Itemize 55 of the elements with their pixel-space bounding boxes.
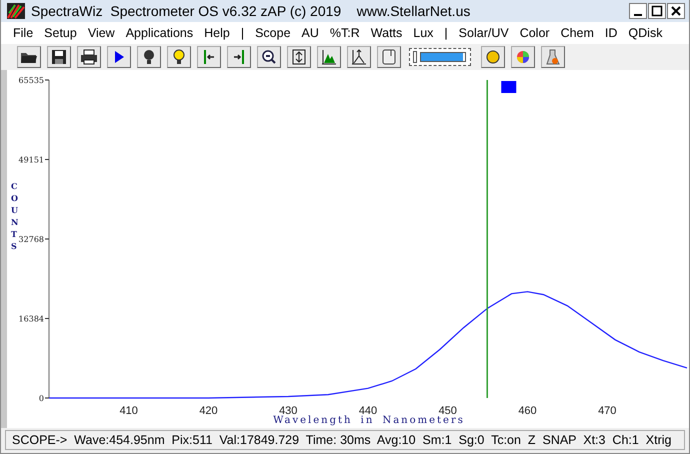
cursor-line[interactable] <box>486 80 488 398</box>
menu-item[interactable]: View <box>88 26 115 40</box>
x-tick-label: 470 <box>598 405 616 414</box>
y-tick-label: 16384 <box>18 314 44 324</box>
menu-item[interactable]: | <box>444 26 448 40</box>
meter-knob-icon <box>413 51 417 63</box>
x-tick-label: 440 <box>358 405 378 414</box>
toolbar-button[interactable] <box>481 46 505 68</box>
toolbar-button[interactable] <box>287 46 311 68</box>
menu-item[interactable]: AU <box>302 26 319 40</box>
menu-item[interactable]: | <box>240 26 244 40</box>
marker-icon <box>501 81 516 93</box>
y-tick-label: 32768 <box>18 235 44 244</box>
menu-item[interactable]: Setup <box>44 26 77 40</box>
toolbar-button[interactable] <box>167 46 191 68</box>
menu-item[interactable]: Scope <box>255 26 291 40</box>
toolbar-button[interactable] <box>47 46 71 68</box>
status-bar: SCOPE-> Wave:454.95nm Pix:511 Val:17849.729 Time: 30ms Avg:10 Sm:1 Sg:0 Tc:on Z SNAP Xt:3 Ch:1 Xtrig <box>5 430 685 450</box>
menu-item[interactable]: Lux <box>413 26 434 40</box>
x-tick-label: 420 <box>199 405 218 414</box>
toolbar-button[interactable] <box>197 46 221 68</box>
menu-item[interactable]: ID <box>604 26 618 40</box>
maximize-icon[interactable] <box>648 3 666 19</box>
y-axis-title: COUNTS <box>11 180 19 252</box>
toolbar-button[interactable] <box>377 46 401 68</box>
menu-item[interactable]: Help <box>204 26 230 40</box>
toolbar-button[interactable] <box>137 46 161 68</box>
toolbar-button[interactable] <box>17 46 41 68</box>
x-axis-title: Wavelength in Nanometers <box>273 414 465 428</box>
x-tick-label: 430 <box>279 405 298 414</box>
toolbar-button[interactable] <box>227 46 251 68</box>
menu-item[interactable]: %T:R <box>330 26 360 40</box>
toolbar-button[interactable] <box>347 46 371 68</box>
window-title: SpectraWiz Spectrometer OS v6.32 zAP (c) 2019 www.StellarNet.us <box>31 3 470 19</box>
toolbar-button[interactable] <box>317 46 341 68</box>
menu-item[interactable]: Color <box>520 26 550 40</box>
y-tick-label: 0 <box>38 394 44 403</box>
menu-item[interactable]: File <box>13 26 34 40</box>
minimize-icon[interactable] <box>629 3 647 19</box>
printer-icon <box>78 47 100 67</box>
x-tick-label: 450 <box>438 405 457 414</box>
spectrum-icon <box>7 3 25 19</box>
x-tick-label: 460 <box>518 405 537 414</box>
menu-item[interactable]: QDisk <box>628 26 662 40</box>
toolbar-button[interactable] <box>107 46 131 68</box>
y-tick-label: 65535 <box>18 76 44 85</box>
menu-item[interactable]: Solar/UV <box>458 26 509 40</box>
y-tick-label: 49151 <box>18 156 44 164</box>
menu-item[interactable]: Applications <box>126 26 194 40</box>
close-icon[interactable] <box>667 3 685 19</box>
menu-item[interactable]: Watts <box>370 26 402 40</box>
toolbar-button[interactable] <box>77 46 101 68</box>
x-tick-label: 410 <box>120 405 138 414</box>
menu-item[interactable]: Chem <box>560 26 594 40</box>
toolbar-button[interactable] <box>257 46 281 68</box>
